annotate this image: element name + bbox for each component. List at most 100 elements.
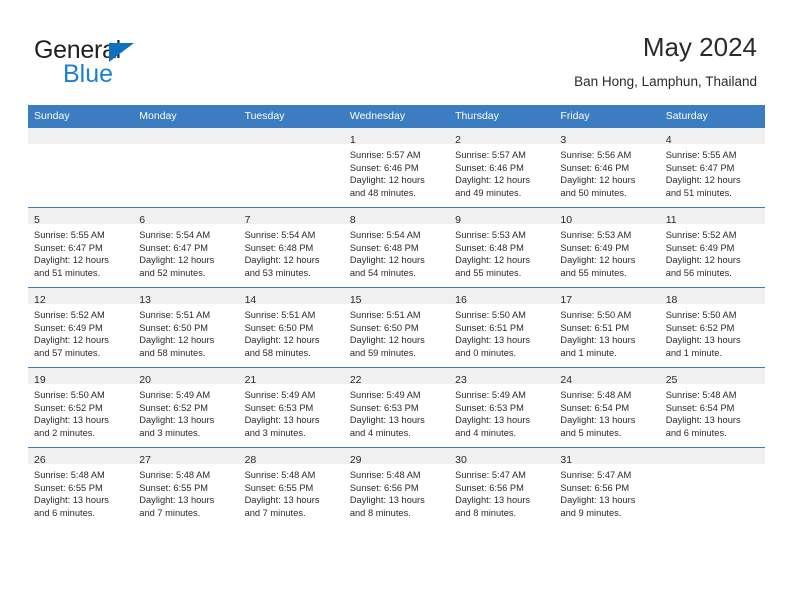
weekday-header-sunday: Sunday xyxy=(28,105,134,128)
day-detail-line: Sunrise: 5:48 AM xyxy=(665,390,737,400)
day-detail-text: Sunrise: 5:54 AM Sunset: 6:47 PM Daylight:… xyxy=(133,224,238,279)
calendar-day-cell[interactable]: 29 Sunrise: 5:48 AM Sunset: 6:56 PM Dayligh… xyxy=(343,447,450,527)
day-detail-line: Sunset: 6:50 PM xyxy=(349,322,419,333)
calendar-day-cell[interactable]: 1 Sunrise: 5:57 AM Sunset: 6:46 PM Daylight… xyxy=(343,128,450,208)
calendar-day-cell[interactable]: 22 Sunrise: 5:49 AM Sunset: 6:53 PM Dayligh… xyxy=(343,367,450,448)
calendar-day-cell[interactable]: 19 Sunrise: 5:50 AM Sunset: 6:52 PM Dayligh… xyxy=(28,367,134,448)
day-detail-line: Sunrise: 5:48 AM xyxy=(349,470,421,480)
calendar-day-cell[interactable]: 5 Sunrise: 5:55 AM Sunset: 6:47 PM Daylight… xyxy=(28,207,134,288)
calendar-day-cell[interactable]: 6 Sunrise: 5:54 AM Sunset: 6:47 PM Daylight… xyxy=(133,207,239,288)
day-detail-line: Sunset: 6:53 PM xyxy=(349,402,419,413)
day-detail-line: Sunrise: 5:54 AM xyxy=(139,230,211,240)
calendar-cell-empty xyxy=(238,128,344,208)
day-detail-line: and 7 minutes. xyxy=(244,507,306,518)
day-number-bar: 11 xyxy=(659,208,765,226)
calendar-day-cell[interactable]: 25 Sunrise: 5:48 AM Sunset: 6:54 PM Dayligh… xyxy=(659,367,765,448)
day-detail-line: Daylight: 13 hours xyxy=(560,335,636,346)
day-detail-text: Sunrise: 5:50 AM Sunset: 6:52 PM Daylight:… xyxy=(660,304,765,359)
day-number-bar: 14 xyxy=(238,288,344,306)
calendar-day-cell[interactable]: 21 Sunrise: 5:49 AM Sunset: 6:53 PM Dayligh… xyxy=(238,367,344,448)
day-detail-text: Sunrise: 5:52 AM Sunset: 6:49 PM Daylight:… xyxy=(660,224,765,279)
day-detail-line: Daylight: 12 hours xyxy=(455,255,531,266)
calendar-day-cell[interactable]: 10 Sunrise: 5:53 AM Sunset: 6:49 PM Dayligh… xyxy=(554,207,660,288)
day-detail-line: Sunset: 6:46 PM xyxy=(560,162,630,173)
calendar-day-cell[interactable]: 7 Sunrise: 5:54 AM Sunset: 6:48 PM Daylight… xyxy=(238,207,344,288)
day-detail-line: Daylight: 13 hours xyxy=(455,415,531,426)
calendar-day-cell[interactable]: 14 Sunrise: 5:51 AM Sunset: 6:50 PM Dayligh… xyxy=(238,287,344,368)
day-number: 12 xyxy=(34,294,46,306)
day-number-bar: 18 xyxy=(659,288,765,306)
day-detail-line: Daylight: 13 hours xyxy=(34,495,109,506)
weekday-header-tuesday: Tuesday xyxy=(238,105,344,128)
calendar-day-cell[interactable]: 15 Sunrise: 5:51 AM Sunset: 6:50 PM Dayligh… xyxy=(343,287,450,368)
day-number: 7 xyxy=(244,214,251,226)
day-detail-text: Sunrise: 5:53 AM Sunset: 6:48 PM Daylight:… xyxy=(449,224,554,279)
day-detail-line: and 49 minutes. xyxy=(455,187,522,198)
calendar-day-cell[interactable]: 16 Sunrise: 5:50 AM Sunset: 6:51 PM Dayligh… xyxy=(449,287,555,368)
day-detail-line: Daylight: 13 hours xyxy=(244,415,320,426)
day-detail-line: Sunrise: 5:54 AM xyxy=(244,230,316,240)
calendar-day-cell[interactable]: 20 Sunrise: 5:49 AM Sunset: 6:52 PM Dayligh… xyxy=(133,367,239,448)
day-detail-line: Sunset: 6:56 PM xyxy=(455,482,524,493)
day-detail-line: Sunset: 6:55 PM xyxy=(139,482,209,493)
day-number: 3 xyxy=(560,134,567,146)
calendar-cell-empty xyxy=(28,128,134,208)
calendar-day-cell[interactable]: 11 Sunrise: 5:52 AM Sunset: 6:49 PM Dayligh… xyxy=(659,207,765,288)
day-detail-line: Sunrise: 5:50 AM xyxy=(455,310,526,320)
day-detail-line: Sunset: 6:51 PM xyxy=(560,322,630,333)
day-detail-line: Sunrise: 5:55 AM xyxy=(34,230,105,240)
calendar-day-cell[interactable]: 2 Sunrise: 5:57 AM Sunset: 6:46 PM Daylight… xyxy=(449,128,555,208)
day-number: 8 xyxy=(349,214,356,226)
day-detail-line: Sunrise: 5:53 AM xyxy=(455,230,526,240)
calendar-day-cell[interactable]: 24 Sunrise: 5:48 AM Sunset: 6:54 PM Dayligh… xyxy=(554,367,660,448)
day-detail-line: Daylight: 13 hours xyxy=(455,335,531,346)
calendar-day-cell[interactable]: 3 Sunrise: 5:56 AM Sunset: 6:46 PM Daylight… xyxy=(554,128,660,208)
calendar-day-cell[interactable]: 31 Sunrise: 5:47 AM Sunset: 6:56 PM Dayligh… xyxy=(554,447,660,527)
day-detail-line: and 7 minutes. xyxy=(139,507,201,518)
day-detail-line: Sunset: 6:47 PM xyxy=(665,162,735,173)
day-detail-line: Daylight: 12 hours xyxy=(139,335,215,346)
day-number-bar: 3 xyxy=(554,128,660,146)
day-detail-text: Sunrise: 5:48 AM Sunset: 6:55 PM Daylight:… xyxy=(133,464,238,519)
day-detail-line: Sunrise: 5:49 AM xyxy=(349,390,421,400)
day-number: 25 xyxy=(665,374,678,386)
calendar-day-cell[interactable]: 8 Sunrise: 5:54 AM Sunset: 6:48 PM Daylight… xyxy=(343,207,450,288)
day-detail-line: Sunset: 6:48 PM xyxy=(349,242,419,253)
day-detail-line: and 1 minute. xyxy=(665,347,723,358)
calendar-day-cell[interactable]: 13 Sunrise: 5:51 AM Sunset: 6:50 PM Dayligh… xyxy=(133,287,239,368)
calendar-day-cell[interactable]: 27 Sunrise: 5:48 AM Sunset: 6:55 PM Dayligh… xyxy=(133,447,239,527)
calendar-day-cell[interactable]: 17 Sunrise: 5:50 AM Sunset: 6:51 PM Dayligh… xyxy=(554,287,660,368)
day-detail-line: Daylight: 13 hours xyxy=(665,415,741,426)
page-subtitle: Ban Hong, Lamphun, Thailand xyxy=(574,74,757,89)
calendar-day-cell[interactable]: 26 Sunrise: 5:48 AM Sunset: 6:55 PM Dayligh… xyxy=(28,447,134,527)
day-detail-line: and 9 minutes. xyxy=(560,507,622,518)
day-detail-text: Sunrise: 5:52 AM Sunset: 6:49 PM Daylight:… xyxy=(28,304,133,359)
calendar-cell-empty xyxy=(133,128,239,208)
day-detail-line: and 57 minutes. xyxy=(34,347,101,358)
day-number: 1 xyxy=(349,134,356,146)
calendar-day-cell[interactable]: 4 Sunrise: 5:55 AM Sunset: 6:47 PM Daylight… xyxy=(659,128,765,208)
calendar-day-cell[interactable]: 30 Sunrise: 5:47 AM Sunset: 6:56 PM Dayligh… xyxy=(449,447,555,527)
day-number: 26 xyxy=(34,454,46,466)
day-detail-line: Sunrise: 5:54 AM xyxy=(349,230,421,240)
day-detail-line: Sunrise: 5:53 AM xyxy=(560,230,632,240)
calendar-day-cell[interactable]: 12 Sunrise: 5:52 AM Sunset: 6:49 PM Dayligh… xyxy=(28,287,134,368)
calendar-day-cell[interactable]: 9 Sunrise: 5:53 AM Sunset: 6:48 PM Daylight… xyxy=(449,207,555,288)
day-detail-line: Sunrise: 5:52 AM xyxy=(665,230,737,240)
calendar-day-cell[interactable]: 28 Sunrise: 5:48 AM Sunset: 6:55 PM Dayligh… xyxy=(238,447,344,527)
calendar-cell-empty xyxy=(659,447,765,527)
day-number-bar: 24 xyxy=(554,368,660,386)
day-detail-line: and 51 minutes. xyxy=(34,267,101,278)
day-number-bar: 22 xyxy=(343,368,450,386)
day-number: 24 xyxy=(560,374,573,386)
page-header: General Blue May 2024 Ban Hong, Lamphun,… xyxy=(0,28,792,98)
day-detail-line: and 50 minutes. xyxy=(560,187,627,198)
general-blue-logo[interactable]: General Blue xyxy=(34,38,254,96)
calendar-day-cell[interactable]: 18 Sunrise: 5:50 AM Sunset: 6:52 PM Dayligh… xyxy=(659,287,765,368)
day-detail-line: Sunset: 6:49 PM xyxy=(560,242,630,253)
calendar-week-row: 19 Sunrise: 5:50 AM Sunset: 6:52 PM Dayligh… xyxy=(28,367,765,448)
day-detail-text xyxy=(239,144,344,149)
day-detail-line: Sunset: 6:56 PM xyxy=(349,482,419,493)
calendar-day-cell[interactable]: 23 Sunrise: 5:49 AM Sunset: 6:53 PM Dayligh… xyxy=(449,367,555,448)
day-detail-line: Daylight: 13 hours xyxy=(244,495,320,506)
